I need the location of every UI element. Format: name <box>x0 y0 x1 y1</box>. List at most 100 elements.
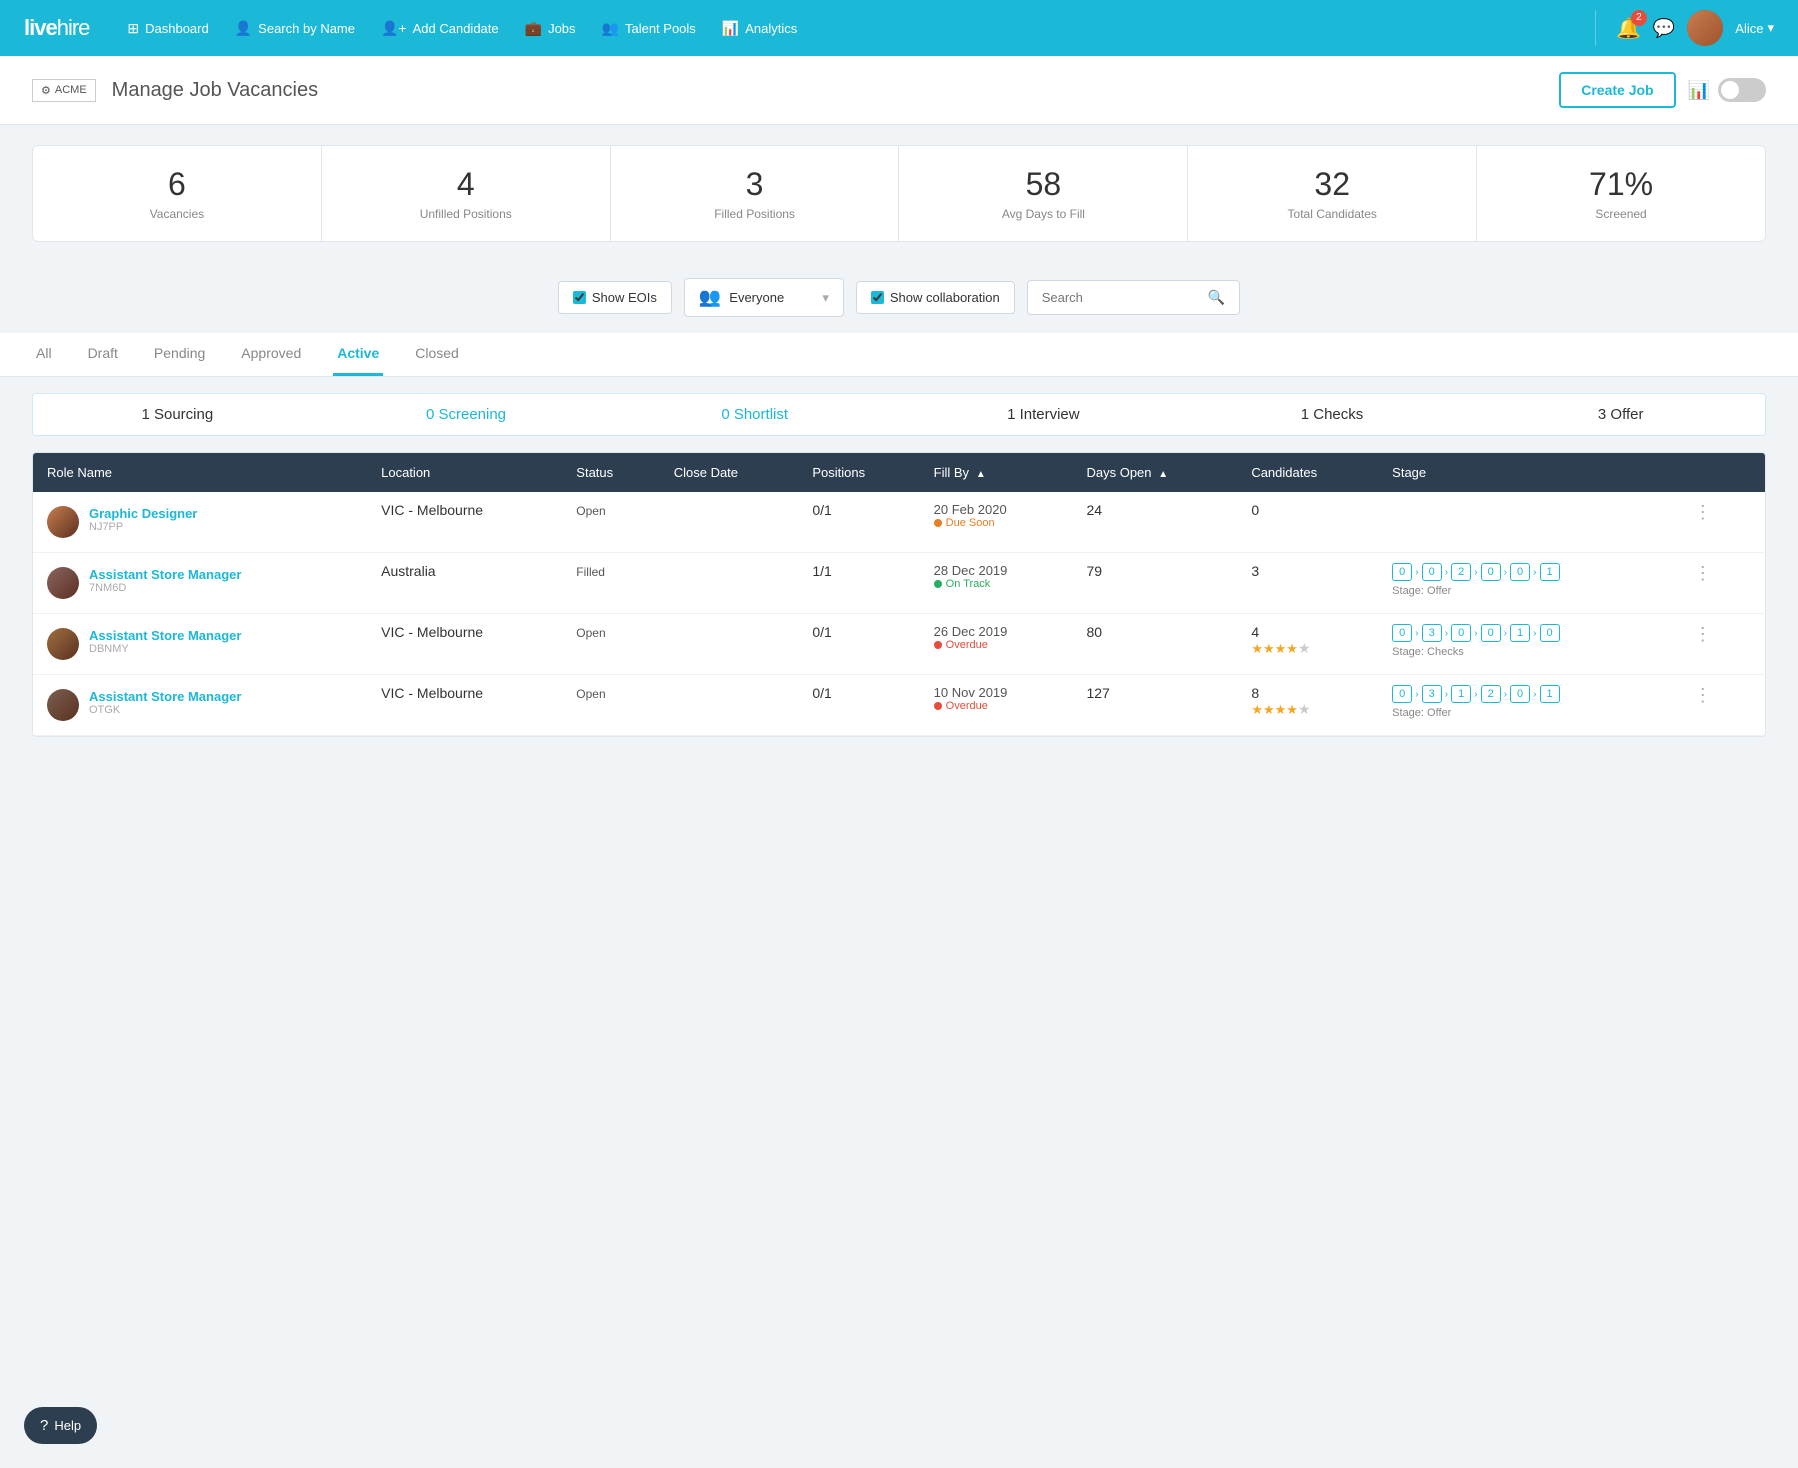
star-filled: ★ <box>1275 702 1287 717</box>
stat-number: 6 <box>49 166 305 203</box>
fill-by-status: On Track <box>934 578 1059 590</box>
show-collaboration-checkbox[interactable] <box>871 291 884 304</box>
user-name: Alice <box>1735 21 1763 36</box>
create-job-button[interactable]: Create Job <box>1559 72 1675 108</box>
stat-item: 32Total Candidates <box>1188 146 1477 241</box>
col-positions: Positions <box>798 453 919 492</box>
stage-arrow: › <box>1415 567 1418 578</box>
stat-label: Avg Days to Fill <box>915 207 1171 221</box>
tab-closed[interactable]: Closed <box>411 333 463 376</box>
nav-analytics[interactable]: 📊 Analytics <box>712 14 807 43</box>
nav-dashboard[interactable]: ⊞ Dashboard <box>117 14 218 43</box>
tab-pending[interactable]: Pending <box>150 333 209 376</box>
stage-arrow: › <box>1533 628 1536 639</box>
more-options-button[interactable]: ⋮ <box>1686 681 1720 709</box>
nav-divider <box>1595 10 1596 46</box>
stage-value[interactable]: 0 <box>1510 563 1530 581</box>
toggle-switch[interactable] <box>1718 78 1766 102</box>
nav-items: ⊞ Dashboard 👤 Search by Name 👤+ Add Cand… <box>117 14 1587 43</box>
avatar-image <box>1687 10 1723 46</box>
nav-jobs-label: Jobs <box>548 21 575 36</box>
stage-value[interactable]: 0 <box>1481 563 1501 581</box>
page-header: ⚙ ACME Manage Job Vacancies Create Job 📊 <box>0 56 1798 125</box>
nav-talent-pools-label: Talent Pools <box>625 21 696 36</box>
cell-fill-by: 10 Nov 2019 Overdue <box>920 675 1073 736</box>
everyone-label: Everyone <box>729 290 784 305</box>
stats-bar: 6Vacancies4Unfilled Positions3Filled Pos… <box>32 145 1766 242</box>
stat-number: 4 <box>338 166 594 203</box>
more-options-button[interactable]: ⋮ <box>1686 620 1720 648</box>
stage-value[interactable]: 1 <box>1540 563 1560 581</box>
tab-approved[interactable]: Approved <box>237 333 305 376</box>
people-filter-icon: 👥 <box>699 287 721 308</box>
stage-value[interactable]: 2 <box>1481 685 1501 703</box>
role-name[interactable]: Assistant Store Manager <box>89 689 241 704</box>
tab-draft[interactable]: Draft <box>84 333 122 376</box>
nav-search[interactable]: 👤 Search by Name <box>225 14 365 43</box>
everyone-dropdown[interactable]: 👥 Everyone ▾ <box>684 278 844 317</box>
cell-days-open: 24 <box>1072 492 1237 553</box>
status-badge: Open <box>576 626 605 640</box>
show-eois-checkbox[interactable] <box>573 291 586 304</box>
table-container: Role NameLocationStatusClose DatePositio… <box>32 452 1766 737</box>
stage-value[interactable]: 0 <box>1481 624 1501 642</box>
stage-value[interactable]: 1 <box>1540 685 1560 703</box>
more-options-button[interactable]: ⋮ <box>1686 559 1720 587</box>
candidate-count: 4 <box>1251 624 1364 640</box>
pipeline-stage-checks[interactable]: 1 Checks <box>1188 394 1477 435</box>
stage-pipeline: 0›3›1›2›0›1 <box>1392 685 1658 703</box>
stage-value[interactable]: 0 <box>1392 563 1412 581</box>
search-input[interactable] <box>1042 290 1202 305</box>
table-row: Graphic Designer NJ7PP VIC - MelbourneOp… <box>33 492 1765 553</box>
stage-value[interactable]: 0 <box>1392 624 1412 642</box>
stat-label: Unfilled Positions <box>338 207 594 221</box>
fill-by-status: Overdue <box>934 639 1059 651</box>
stage-value[interactable]: 3 <box>1422 685 1442 703</box>
stage-value[interactable]: 0 <box>1540 624 1560 642</box>
pipeline-stage-screening[interactable]: 0 Screening <box>322 394 611 435</box>
stage-value[interactable]: 3 <box>1422 624 1442 642</box>
nav-right: 🔔 2 💬 Alice ▾ <box>1587 10 1774 46</box>
col-days_open[interactable]: Days Open ▲ <box>1072 453 1237 492</box>
stage-value[interactable]: 0 <box>1422 563 1442 581</box>
chat-button[interactable]: 💬 <box>1653 18 1675 39</box>
stage-arrow: › <box>1445 628 1448 639</box>
people-icon: 👥 <box>602 20 619 37</box>
show-eois-filter[interactable]: Show EOIs <box>558 281 672 314</box>
help-button[interactable]: ? Help <box>24 1407 97 1444</box>
user-menu[interactable]: Alice ▾ <box>1735 20 1774 36</box>
nav-talent-pools[interactable]: 👥 Talent Pools <box>592 14 706 43</box>
tab-active[interactable]: Active <box>333 333 383 376</box>
stage-value[interactable]: 0 <box>1392 685 1412 703</box>
stage-value[interactable]: 2 <box>1451 563 1471 581</box>
pipeline-stage-interview[interactable]: 1 Interview <box>899 394 1188 435</box>
pipeline-stage-offer[interactable]: 3 Offer <box>1476 394 1765 435</box>
role-name[interactable]: Assistant Store Manager <box>89 567 241 582</box>
jobs-table: Role NameLocationStatusClose DatePositio… <box>33 453 1765 736</box>
user-avatar[interactable] <box>1687 10 1723 46</box>
stage-value[interactable]: 1 <box>1510 624 1530 642</box>
stage-pipeline: 0›0›2›0›0›1 <box>1392 563 1658 581</box>
role-code: OTGK <box>89 704 241 716</box>
notification-bell[interactable]: 🔔 2 <box>1616 16 1641 41</box>
stage-value[interactable]: 0 <box>1451 624 1471 642</box>
cell-stage: 0›0›2›0›0›1Stage: Offer <box>1378 553 1672 614</box>
show-collaboration-filter[interactable]: Show collaboration <box>856 281 1015 314</box>
pipeline-stage-sourcing[interactable]: 1 Sourcing <box>33 394 322 435</box>
table-row: Assistant Store Manager OTGK VIC - Melbo… <box>33 675 1765 736</box>
role-name[interactable]: Graphic Designer <box>89 506 197 521</box>
help-label: Help <box>54 1418 81 1433</box>
nav-jobs[interactable]: 💼 Jobs <box>515 14 586 43</box>
stage-value[interactable]: 0 <box>1510 685 1530 703</box>
tab-all[interactable]: All <box>32 333 56 376</box>
role-name[interactable]: Assistant Store Manager <box>89 628 241 643</box>
fill-by-date: 28 Dec 2019 <box>934 563 1059 578</box>
nav-add-candidate[interactable]: 👤+ Add Candidate <box>371 14 509 43</box>
col-fill_by[interactable]: Fill By ▲ <box>920 453 1073 492</box>
brand-logo[interactable]: livehire <box>24 15 89 41</box>
notification-badge: 2 <box>1631 10 1647 26</box>
cell-status: Open <box>562 492 659 553</box>
more-options-button[interactable]: ⋮ <box>1686 498 1720 526</box>
pipeline-stage-shortlist[interactable]: 0 Shortlist <box>610 394 899 435</box>
stage-value[interactable]: 1 <box>1451 685 1471 703</box>
